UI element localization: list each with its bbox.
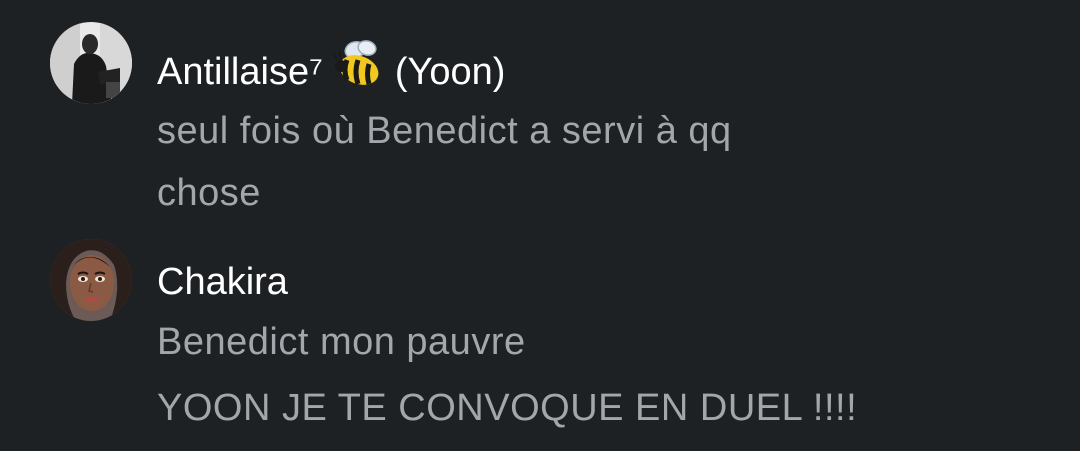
author-name: Chakira xyxy=(157,261,288,303)
message-author[interactable]: Antillaise⁷ (Yoon) xyxy=(157,40,506,104)
avatar-chakira[interactable] xyxy=(50,239,132,321)
avatar-antillaise[interactable] xyxy=(50,22,132,104)
bee-icon xyxy=(331,40,385,100)
message-text-line: seul fois où Benedict a servi à qq xyxy=(157,110,732,152)
message-text-line: YOON JE TE CONVOQUE EN DUEL !!!! xyxy=(157,387,858,429)
message-author[interactable]: Chakira xyxy=(157,260,288,304)
message-text-line: Benedict mon pauvre xyxy=(157,321,526,363)
author-name: Antillaise⁷ xyxy=(157,51,323,94)
message-text-line: chose xyxy=(157,172,261,214)
author-suffix: (Yoon) xyxy=(394,51,506,94)
